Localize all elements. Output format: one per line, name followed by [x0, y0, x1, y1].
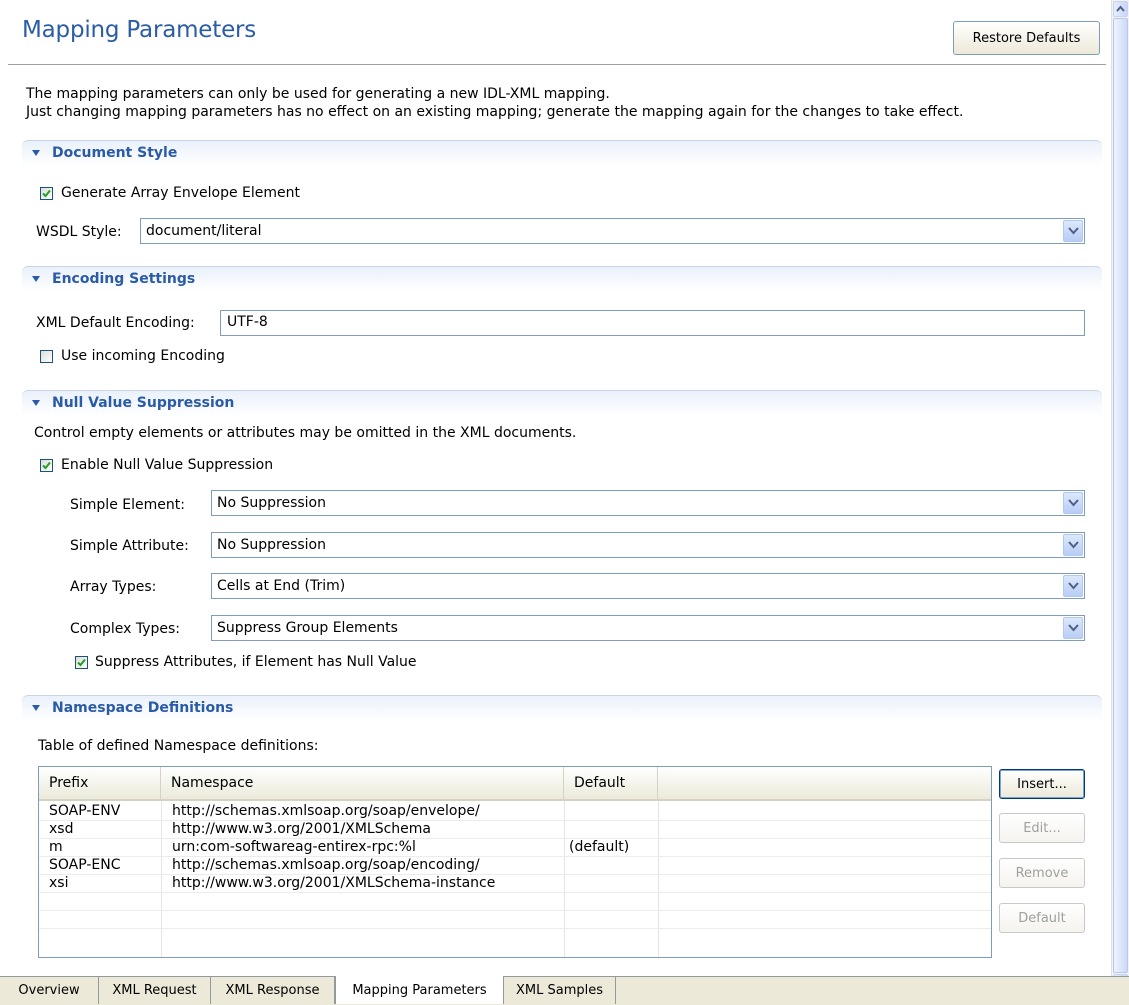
- row-divider: [39, 928, 991, 929]
- table-row[interactable]: SOAP-ENV http://schemas.xmlsoap.org/soap…: [39, 803, 991, 820]
- xml-default-encoding-label: XML Default Encoding:: [36, 315, 195, 331]
- table-row[interactable]: SOAP-ENC http://schemas.xmlsoap.org/soap…: [39, 857, 991, 874]
- section-namespace-definitions-label: Namespace Definitions: [52, 700, 234, 716]
- page-title: Mapping Parameters: [22, 17, 257, 43]
- suppress-attributes-label[interactable]: Suppress Attributes, if Element has Null…: [95, 654, 417, 670]
- table-row[interactable]: m urn:com-softwareag-entirex-rpc:%l (def…: [39, 839, 991, 856]
- row-divider: [39, 910, 991, 911]
- table-row[interactable]: xsd http://www.w3.org/2001/XMLSchema: [39, 821, 991, 838]
- scroll-up-icon[interactable]: [1113, 1, 1128, 17]
- wsdl-style-select[interactable]: document/literal: [140, 218, 1085, 244]
- vertical-scrollbar[interactable]: [1111, 0, 1129, 990]
- column-header-default[interactable]: Default: [564, 767, 658, 799]
- section-encoding-settings-label: Encoding Settings: [52, 271, 196, 287]
- editor-tabs: Overview XML Request XML Response Mappin…: [0, 976, 1129, 1005]
- checkmark-icon: [42, 189, 51, 198]
- namespace-cell: http://schemas.xmlsoap.org/soap/encoding…: [172, 857, 480, 873]
- insert-button[interactable]: Insert...: [999, 769, 1085, 799]
- default-cell: (default): [569, 839, 630, 855]
- prefix-cell: SOAP-ENV: [49, 803, 121, 819]
- namespace-table[interactable]: Prefix Namespace Default SOAP-ENV http:/…: [38, 766, 992, 958]
- scrollbar-thumb[interactable]: [1113, 18, 1128, 973]
- array-types-value: Cells at End (Trim): [217, 578, 346, 594]
- tab-xml-request[interactable]: XML Request: [99, 977, 211, 1004]
- enable-null-value-suppression-label[interactable]: Enable Null Value Suppression: [61, 457, 273, 473]
- simple-element-select[interactable]: No Suppression: [211, 490, 1085, 516]
- default-button[interactable]: Default: [999, 903, 1085, 933]
- expand-triangle-icon: [32, 150, 40, 156]
- expand-triangle-icon: [32, 276, 40, 282]
- remove-button[interactable]: Remove: [999, 858, 1085, 888]
- section-null-value-suppression[interactable]: Null Value Suppression: [22, 390, 1102, 416]
- section-encoding-settings[interactable]: Encoding Settings: [22, 266, 1102, 292]
- dropdown-arrow-icon[interactable]: [1063, 492, 1083, 514]
- expand-triangle-icon: [32, 400, 40, 406]
- section-document-style[interactable]: Document Style: [22, 140, 1102, 166]
- use-incoming-encoding-checkbox[interactable]: [40, 350, 53, 363]
- namespace-cell: http://schemas.xmlsoap.org/soap/envelope…: [172, 803, 480, 819]
- dropdown-arrow-icon[interactable]: [1063, 617, 1083, 639]
- generate-array-envelope-checkbox[interactable]: [40, 187, 53, 200]
- complex-types-select[interactable]: Suppress Group Elements: [211, 615, 1085, 641]
- namespace-table-caption: Table of defined Namespace definitions:: [38, 738, 319, 754]
- array-types-label: Array Types:: [70, 579, 157, 595]
- namespace-cell: urn:com-softwareag-entirex-rpc:%l: [172, 839, 416, 855]
- dropdown-arrow-icon[interactable]: [1063, 220, 1083, 242]
- header-separator: [8, 64, 1106, 65]
- complex-types-value: Suppress Group Elements: [217, 620, 398, 636]
- simple-attribute-label: Simple Attribute:: [70, 538, 189, 554]
- description-line-1: The mapping parameters can only be used …: [26, 86, 610, 102]
- enable-null-value-suppression-checkbox[interactable]: [40, 459, 53, 472]
- wsdl-style-label: WSDL Style:: [36, 224, 122, 240]
- prefix-cell: m: [49, 839, 63, 855]
- simple-attribute-select[interactable]: No Suppression: [211, 532, 1085, 558]
- prefix-cell: xsi: [49, 875, 69, 891]
- tab-mapping-parameters[interactable]: Mapping Parameters: [335, 976, 504, 1004]
- suppress-attributes-checkbox[interactable]: [75, 656, 88, 669]
- checkmark-icon: [42, 461, 51, 470]
- description-line-2: Just changing mapping parameters has no …: [26, 104, 964, 120]
- checkmark-icon: [77, 658, 86, 667]
- xml-default-encoding-input[interactable]: [227, 314, 1004, 330]
- tab-xml-samples[interactable]: XML Samples: [504, 977, 616, 1004]
- table-header: Prefix Namespace Default: [39, 767, 991, 801]
- simple-element-label: Simple Element:: [70, 497, 185, 513]
- simple-attribute-value: No Suppression: [217, 537, 326, 553]
- namespace-cell: http://www.w3.org/2001/XMLSchema-instanc…: [172, 875, 496, 891]
- tab-xml-response[interactable]: XML Response: [211, 977, 335, 1004]
- simple-element-value: No Suppression: [217, 495, 326, 511]
- edit-button[interactable]: Edit...: [999, 813, 1085, 843]
- wsdl-style-value: document/literal: [146, 223, 262, 239]
- prefix-cell: SOAP-ENC: [49, 857, 121, 873]
- tab-overview[interactable]: Overview: [0, 977, 99, 1004]
- section-null-value-suppression-label: Null Value Suppression: [52, 395, 235, 411]
- section-namespace-definitions[interactable]: Namespace Definitions: [22, 695, 1102, 721]
- dropdown-arrow-icon[interactable]: [1063, 534, 1083, 556]
- section-document-style-label: Document Style: [52, 145, 178, 161]
- namespace-cell: http://www.w3.org/2001/XMLSchema: [172, 821, 431, 837]
- prefix-cell: xsd: [49, 821, 74, 837]
- dropdown-arrow-icon[interactable]: [1063, 575, 1083, 597]
- xml-default-encoding-field[interactable]: [220, 310, 1085, 336]
- restore-defaults-button[interactable]: Restore Defaults: [953, 21, 1100, 55]
- column-header-prefix[interactable]: Prefix: [39, 767, 161, 799]
- row-divider: [39, 892, 991, 893]
- complex-types-label: Complex Types:: [70, 621, 181, 637]
- array-types-select[interactable]: Cells at End (Trim): [211, 573, 1085, 599]
- column-header-namespace[interactable]: Namespace: [161, 767, 564, 799]
- expand-triangle-icon: [32, 705, 40, 711]
- generate-array-envelope-label[interactable]: Generate Array Envelope Element: [61, 185, 300, 201]
- use-incoming-encoding-label[interactable]: Use incoming Encoding: [61, 348, 225, 364]
- null-value-description: Control empty elements or attributes may…: [34, 425, 577, 441]
- table-row[interactable]: xsi http://www.w3.org/2001/XMLSchema-ins…: [39, 875, 991, 892]
